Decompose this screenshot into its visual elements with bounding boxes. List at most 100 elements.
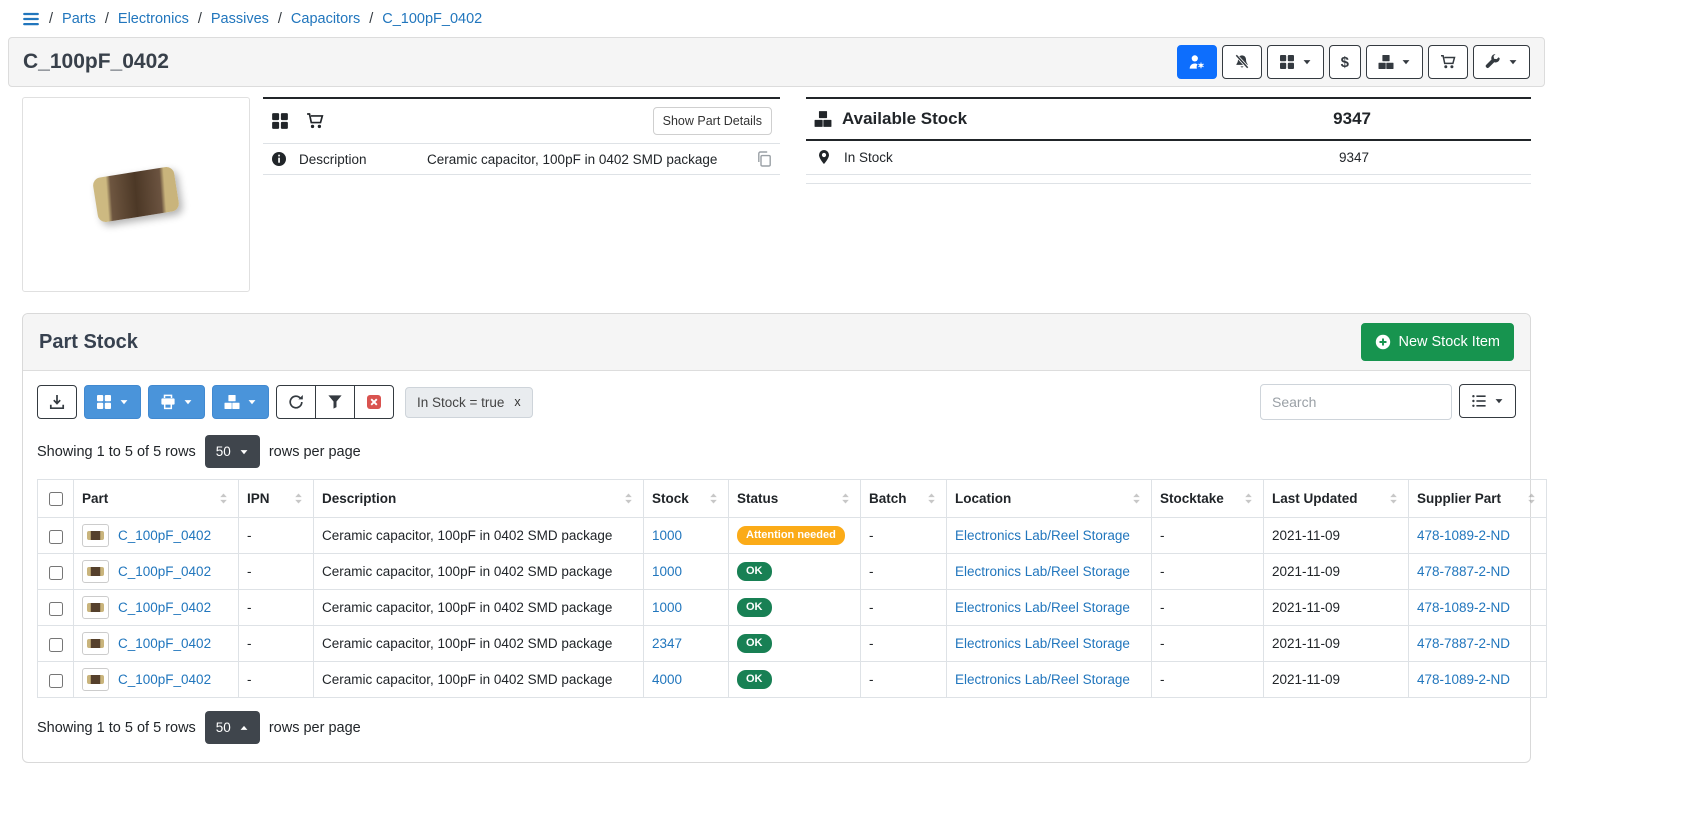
page-size-selector[interactable]: 50 — [205, 711, 260, 744]
grid-icon — [96, 394, 112, 410]
stock-link[interactable]: 4000 — [652, 672, 682, 687]
location-link[interactable]: Electronics Lab/Reel Storage — [955, 564, 1130, 579]
show-part-details-button[interactable]: Show Part Details — [653, 107, 772, 135]
print-actions-dropdown[interactable] — [148, 385, 205, 419]
supplier-part-cell: 478-7887-2-ND — [1409, 554, 1547, 590]
filter-button-group — [276, 385, 394, 419]
row-checkbox[interactable] — [49, 530, 63, 544]
search-input[interactable] — [1260, 384, 1452, 420]
view-mode-dropdown[interactable] — [1459, 384, 1516, 418]
part-link[interactable]: C_100pF_0402 — [118, 564, 211, 579]
boxes-icon — [1378, 54, 1394, 70]
column-header-description[interactable]: Description — [314, 480, 644, 518]
breadcrumb-link[interactable]: Capacitors — [291, 11, 360, 27]
column-header-supplier-part[interactable]: Supplier Part — [1409, 480, 1547, 518]
supplier-part-link[interactable]: 478-1089-2-ND — [1417, 528, 1510, 543]
stock-link[interactable]: 1000 — [652, 564, 682, 579]
stock-link[interactable]: 1000 — [652, 528, 682, 543]
supplier-part-link[interactable]: 478-7887-2-ND — [1417, 636, 1510, 651]
description-cell: Ceramic capacitor, 100pF in 0402 SMD pac… — [314, 518, 644, 554]
display-options-dropdown[interactable] — [1267, 45, 1324, 79]
column-header-stocktake[interactable]: Stocktake — [1152, 480, 1264, 518]
ipn-cell: - — [239, 518, 314, 554]
location-link[interactable]: Electronics Lab/Reel Storage — [955, 528, 1130, 543]
status-badge: OK — [737, 562, 772, 581]
location-link[interactable]: Electronics Lab/Reel Storage — [955, 672, 1130, 687]
part-stock-card: Part Stock New Stock Item In Stock = — [22, 313, 1531, 763]
sort-icon — [1130, 492, 1143, 505]
subscribe-button[interactable] — [1177, 45, 1217, 79]
breadcrumb-separator: / — [369, 11, 373, 27]
supplier-part-cell: 478-1089-2-ND — [1409, 590, 1547, 626]
column-header-part[interactable]: Part — [74, 480, 239, 518]
supplier-part-link[interactable]: 478-1089-2-ND — [1417, 600, 1510, 615]
breadcrumb-link[interactable]: Electronics — [118, 11, 189, 27]
row-checkbox[interactable] — [49, 674, 63, 688]
stock-cell: 4000 — [644, 662, 729, 698]
column-header-ipn[interactable]: IPN — [239, 480, 314, 518]
menu-toggle-icon[interactable] — [22, 10, 40, 28]
breadcrumb-link[interactable]: Parts — [62, 11, 96, 27]
column-header-batch[interactable]: Batch — [861, 480, 947, 518]
download-button[interactable] — [37, 385, 77, 419]
part-image[interactable] — [22, 97, 250, 292]
dollar-icon: $ — [1341, 55, 1349, 70]
breadcrumb: / Parts / Electronics / Passives / Capac… — [8, 0, 1545, 37]
breadcrumb-link[interactable]: Passives — [211, 11, 269, 27]
description-row: Description Ceramic capacitor, 100pF in … — [263, 144, 780, 175]
page-size-selector[interactable]: 50 — [205, 435, 260, 468]
plus-circle-icon — [1375, 334, 1391, 350]
wrench-icon — [1485, 54, 1501, 70]
refresh-icon — [288, 394, 304, 410]
stock-cell: 1000 — [644, 590, 729, 626]
part-actions-dropdown[interactable] — [1473, 45, 1530, 79]
pricing-button[interactable]: $ — [1329, 45, 1361, 79]
order-button[interactable] — [1428, 45, 1468, 79]
column-header-status[interactable]: Status — [729, 480, 861, 518]
notifications-off-button[interactable] — [1222, 45, 1262, 79]
part-thumbnail — [82, 524, 109, 547]
sort-icon — [839, 492, 852, 505]
batch-cell: - — [861, 590, 947, 626]
caret-down-icon — [119, 397, 129, 407]
caret-down-icon — [239, 447, 249, 457]
supplier-part-link[interactable]: 478-7887-2-ND — [1417, 564, 1510, 579]
filter-chip-close[interactable]: x — [514, 395, 520, 409]
stock-actions-dropdown[interactable] — [1366, 45, 1423, 79]
grid-icon — [1279, 54, 1295, 70]
row-checkbox[interactable] — [49, 566, 63, 580]
row-checkbox[interactable] — [49, 602, 63, 616]
reload-button[interactable] — [276, 385, 316, 419]
supplier-part-link[interactable]: 478-1089-2-ND — [1417, 672, 1510, 687]
location-link[interactable]: Electronics Lab/Reel Storage — [955, 636, 1130, 651]
new-stock-item-button[interactable]: New Stock Item — [1361, 323, 1514, 361]
stock-options-dropdown[interactable] — [212, 385, 269, 419]
clear-filters-button[interactable] — [354, 385, 394, 419]
column-header-location[interactable]: Location — [947, 480, 1152, 518]
row-checkbox[interactable] — [49, 638, 63, 652]
caret-down-icon — [1494, 396, 1504, 406]
sort-icon — [1525, 492, 1538, 505]
select-all-checkbox[interactable] — [49, 492, 63, 506]
location-link[interactable]: Electronics Lab/Reel Storage — [955, 600, 1130, 615]
rows-per-page-label: rows per page — [269, 720, 361, 736]
available-stock-header: Available Stock 9347 — [806, 99, 1531, 141]
breadcrumb-separator: / — [278, 11, 282, 27]
stock-table-body: C_100pF_0402 - Ceramic capacitor, 100pF … — [38, 518, 1547, 698]
column-header-last-updated[interactable]: Last Updated — [1264, 480, 1409, 518]
part-link[interactable]: C_100pF_0402 — [118, 636, 211, 651]
part-link[interactable]: C_100pF_0402 — [118, 528, 211, 543]
stock-link[interactable]: 1000 — [652, 600, 682, 615]
barcode-actions-dropdown[interactable] — [84, 385, 141, 419]
stock-link[interactable]: 2347 — [652, 636, 682, 651]
filter-button[interactable] — [315, 385, 355, 419]
part-link[interactable]: C_100pF_0402 — [118, 600, 211, 615]
location-cell: Electronics Lab/Reel Storage — [947, 554, 1152, 590]
breadcrumb-link[interactable]: C_100pF_0402 — [382, 11, 482, 27]
column-header-stock[interactable]: Stock — [644, 480, 729, 518]
part-stock-body: In Stock = true x Showing 1 to 5 of 5 ro… — [23, 371, 1530, 762]
part-link[interactable]: C_100pF_0402 — [118, 672, 211, 687]
available-stock-total: 9347 — [1333, 109, 1371, 129]
ipn-cell: - — [239, 590, 314, 626]
copy-icon[interactable] — [756, 151, 772, 167]
